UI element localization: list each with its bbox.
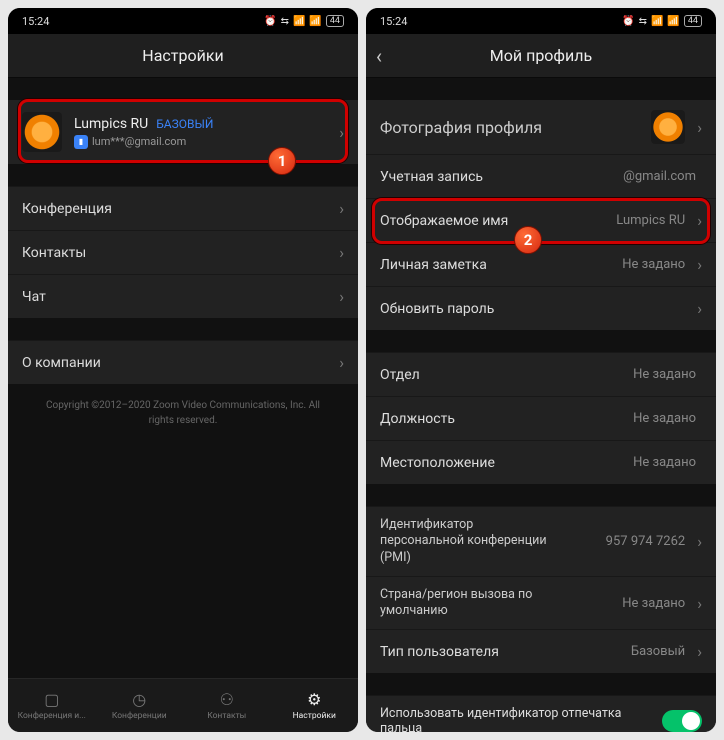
clock-icon: ◷ xyxy=(132,690,146,709)
header-my-profile: ‹ Мой профиль xyxy=(366,34,716,78)
wifi-icon: ⇆ xyxy=(639,16,647,27)
chevron-right-icon: › xyxy=(697,118,702,137)
chevron-right-icon: › xyxy=(697,299,702,318)
status-icons: ⏰ ⇆ 📶 📶 44 xyxy=(622,15,702,27)
avatar xyxy=(651,110,685,144)
signal-icon: 📶 xyxy=(293,16,305,27)
person-icon: ⚇ xyxy=(220,690,234,709)
row-location[interactable]: Местоположение Не задано xyxy=(366,440,716,484)
step-badge-2: 2 xyxy=(514,226,542,254)
clock: 15:24 xyxy=(380,15,407,28)
statusbar: 15:24 ⏰ ⇆ 📶 📶 44 xyxy=(8,8,358,34)
copyright-text: Copyright ©2012–2020 Zoom Video Communic… xyxy=(8,384,358,442)
page-title: Мой профиль xyxy=(490,46,592,65)
battery-icon: 44 xyxy=(326,15,344,27)
phone-right-profile: 15:24 ⏰ ⇆ 📶 📶 44 ‹ Мой профиль Фотографи… xyxy=(366,8,716,732)
settings-content: Lumpics RU БАЗОВЫЙ ▮ lum***@gmail.com › … xyxy=(8,78,358,678)
statusbar: 15:24 ⏰ ⇆ 📶 📶 44 xyxy=(366,8,716,34)
profile-content: Фотография профиля › Учетная запись @gma… xyxy=(366,78,716,732)
chevron-right-icon: › xyxy=(697,642,702,661)
tabbar: ▢Конференция и... ◷Конференции ⚇Контакты… xyxy=(8,678,358,732)
alarm-icon: ⏰ xyxy=(622,16,634,27)
tab-meetings[interactable]: ◷Конференции xyxy=(96,679,184,732)
wifi-icon: ⇆ xyxy=(281,16,289,27)
row-user-type[interactable]: Тип пользователя Базовый › xyxy=(366,629,716,673)
row-about[interactable]: О компании › xyxy=(8,340,358,384)
row-department[interactable]: Отдел Не задано xyxy=(366,352,716,396)
tab-contacts[interactable]: ⚇Контакты xyxy=(183,679,271,732)
video-icon: ▢ xyxy=(44,690,59,709)
row-personal-note[interactable]: Личная заметка Не задано › xyxy=(366,242,716,286)
chevron-right-icon: › xyxy=(697,532,702,551)
chevron-right-icon: › xyxy=(339,353,344,372)
profile-name: Lumpics RU xyxy=(74,116,148,132)
profile-email: lum***@gmail.com xyxy=(92,135,186,148)
chevron-right-icon: › xyxy=(339,123,344,142)
status-icons: ⏰ ⇆ 📶 📶 44 xyxy=(264,15,344,27)
row-account[interactable]: Учетная запись @gmail.com xyxy=(366,154,716,198)
chevron-right-icon: › xyxy=(697,594,702,613)
row-call-region[interactable]: Страна/регион вызова по умолчанию Не зад… xyxy=(366,576,716,630)
chevron-right-icon: › xyxy=(697,255,702,274)
chevron-right-icon: › xyxy=(339,287,344,306)
tab-new-meeting[interactable]: ▢Конференция и... xyxy=(8,679,96,732)
row-contacts[interactable]: Контакты › xyxy=(8,230,358,274)
profile-plan-badge: БАЗОВЫЙ xyxy=(156,117,213,131)
battery-icon: 44 xyxy=(684,15,702,27)
row-update-password[interactable]: Обновить пароль › xyxy=(366,286,716,330)
row-job-title[interactable]: Должность Не задано xyxy=(366,396,716,440)
alarm-icon: ⏰ xyxy=(264,16,276,27)
row-profile-photo[interactable]: Фотография профиля › xyxy=(366,100,716,154)
chevron-right-icon: › xyxy=(697,211,702,230)
back-button[interactable]: ‹ xyxy=(376,44,382,68)
row-conference[interactable]: Конференция › xyxy=(8,186,358,230)
zoom-icon: ▮ xyxy=(74,135,88,149)
signal-icon: 📶 xyxy=(651,16,663,27)
avatar xyxy=(22,112,62,152)
row-chat[interactable]: Чат › xyxy=(8,274,358,318)
profile-row[interactable]: Lumpics RU БАЗОВЫЙ ▮ lum***@gmail.com › xyxy=(8,100,358,164)
chevron-right-icon: › xyxy=(339,243,344,262)
header-settings: Настройки xyxy=(8,34,358,78)
clock: 15:24 xyxy=(22,15,49,28)
chevron-right-icon: › xyxy=(339,199,344,218)
tab-settings[interactable]: ⚙Настройки xyxy=(271,679,359,732)
phone-left-settings: 15:24 ⏰ ⇆ 📶 📶 44 Настройки Lumpics RU БА… xyxy=(8,8,358,732)
row-fingerprint[interactable]: Использовать идентификатор отпечатка пал… xyxy=(366,695,716,732)
row-pmi[interactable]: Идентификатор персональной конференции (… xyxy=(366,506,716,576)
step-badge-1: 1 xyxy=(268,147,296,175)
fingerprint-toggle[interactable] xyxy=(662,710,702,732)
gear-icon: ⚙ xyxy=(307,690,321,709)
signal-icon: 📶 xyxy=(309,16,321,27)
signal-icon: 📶 xyxy=(667,16,679,27)
page-title: Настройки xyxy=(142,46,223,65)
